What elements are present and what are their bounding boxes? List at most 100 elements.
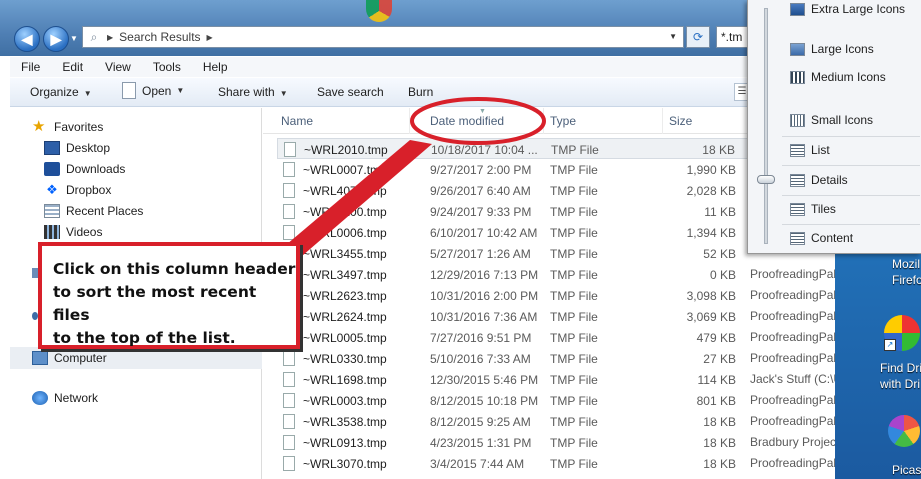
refresh-icon: ⟳ [692,30,704,44]
view-tiles[interactable]: Tiles [790,202,836,216]
file-row[interactable]: ~WRL3455.tmp 5/27/2017 1:26 AM TMP File 52 … [277,243,750,264]
file-row[interactable]: ~WRL2624.tmp 10/31/2016 7:36 AM TMP File 3,… [277,306,750,327]
menu-view[interactable]: View [94,57,142,77]
nav-recent-places[interactable]: Recent Places [44,204,143,218]
column-header-size[interactable]: Size [669,114,692,128]
organize-button[interactable]: Organize ▼ [30,85,92,99]
view-tiles-label: Tiles [811,202,836,216]
file-date-modified: 4/23/2015 1:31 PM [430,436,532,450]
file-icon [283,414,295,429]
view-content[interactable]: Content [790,231,853,245]
file-name: ~WRL0007.tmp [303,163,387,177]
file-row[interactable]: ~WRL0913.tmp 4/23/2015 1:31 PM TMP File 18 … [277,432,750,453]
downloads-icon [44,162,60,176]
view-extra-large-icons[interactable]: Extra Large Icons [790,2,905,16]
open-button[interactable]: Open ▼ [122,82,184,99]
folder-column: ProofreadingPal ProofreadingPal Proofreadi… [745,230,835,479]
file-type: TMP File [550,310,598,324]
nav-network-label: Network [54,391,99,405]
menu-tools[interactable]: Tools [142,57,192,77]
file-row[interactable]: ~WRL1698.tmp 12/30/2015 5:46 PM TMP File 11… [277,369,750,390]
recent-places-icon [44,204,60,218]
file-icon [283,435,295,450]
file-row[interactable]: ~WRL0005.tmp 7/27/2016 9:51 PM TMP File 479… [277,327,750,348]
picasa-icon[interactable] [888,415,920,447]
file-row[interactable]: ~WRL0006.tmp 6/10/2017 10:42 AM TMP File 1,… [277,222,750,243]
file-size: 3,098 KB [686,289,736,303]
view-list[interactable]: List [790,143,830,157]
file-type: TMP File [550,268,598,282]
firefox-label-line1[interactable]: Mozil [892,257,920,271]
column-divider[interactable] [409,108,410,134]
view-slider-thumb[interactable] [757,175,775,184]
file-row[interactable]: ~WRL0330.tmp 5/10/2016 7:33 AM TMP File 27 … [277,348,750,369]
view-small-icons[interactable]: Small Icons [790,113,873,127]
file-folder-path: Bradbury Project [750,435,835,449]
column-divider[interactable] [543,108,544,134]
file-size: 114 KB [697,373,736,387]
column-divider[interactable] [662,108,663,134]
nav-dropbox[interactable]: ❖ Dropbox [44,182,111,198]
firefox-label-line2[interactable]: Firefo [892,273,921,287]
chevron-down-icon: ▼ [279,89,288,98]
history-dropdown-icon[interactable]: ▼ [70,32,80,46]
file-type: TMP File [550,436,598,450]
file-row[interactable]: ~WRL0003.tmp 8/12/2015 10:18 PM TMP File 80… [277,390,750,411]
column-header-date-modified[interactable]: Date modified [430,114,504,128]
file-row[interactable]: ~WRL3497.tmp 12/29/2016 7:13 PM TMP File 0 … [277,264,750,285]
nav-network[interactable]: Network [32,391,98,405]
burn-button[interactable]: Burn [408,85,433,99]
menu-edit[interactable]: Edit [51,57,94,77]
nav-computer[interactable]: Computer [10,347,262,369]
file-list: Name ▼ Date modified Type Size ~WRL2010.… [263,108,750,479]
file-row[interactable]: ~WRL3070.tmp 3/4/2015 7:44 AM TMP File 18 K… [277,453,750,474]
refresh-button[interactable]: ⟳ [686,26,710,48]
view-details[interactable]: Details [790,173,848,187]
nav-downloads[interactable]: Downloads [44,162,125,176]
file-size: 18 KB [702,143,735,157]
find-drivers-icon[interactable]: ↗ [884,315,920,351]
nav-videos[interactable]: Videos [44,225,102,239]
view-large-icons[interactable]: Large Icons [790,42,874,56]
file-row[interactable]: ~WRL2623.tmp 10/31/2016 2:00 PM TMP File 3,… [277,285,750,306]
menu-file[interactable]: File [10,57,51,77]
address-bar[interactable]: ⌕ ▶ Search Results ▶ ▼ [82,26,684,48]
file-size: 0 KB [709,268,736,282]
view-content-label: Content [811,231,854,245]
breadcrumb-search-results[interactable]: Search Results [119,30,200,44]
column-header-type[interactable]: Type [550,114,576,128]
dropbox-icon: ❖ [46,182,58,197]
breadcrumb-arrow-icon: ▶ [107,32,114,42]
view-slider-track[interactable] [764,8,768,244]
file-row[interactable]: ~WRL3538.tmp 8/12/2015 9:25 AM TMP File 18 … [277,411,750,432]
share-with-button[interactable]: Share with ▼ [218,85,288,99]
videos-icon [44,225,60,239]
file-row[interactable]: ~WRL0007.tmp 9/27/2017 2:00 PM TMP File 1,9… [277,159,750,180]
nav-favorites[interactable]: ★ Favorites [32,119,103,134]
file-row[interactable]: ~WRL2010.tmp 10/18/2017 10:04 ... TMP File… [277,138,750,159]
picasa-label[interactable]: Picasa [892,463,921,477]
file-name: ~WRL0913.tmp [303,436,387,450]
file-size: 2,028 KB [686,184,736,198]
file-name: ~WRL3455.tmp [303,247,387,261]
find-drivers-label-line2[interactable]: with Dri [880,377,920,391]
back-button[interactable]: ◀ [14,26,40,52]
file-date-modified: 10/18/2017 10:04 ... [431,143,538,157]
breadcrumb-arrow-icon[interactable]: ▶ [207,33,213,42]
view-medium-icons[interactable]: Medium Icons [790,70,886,84]
large-icons-icon [790,42,805,56]
menu-help[interactable]: Help [192,57,239,77]
network-icon [32,391,48,405]
nav-desktop[interactable]: Desktop [44,141,110,155]
file-date-modified: 10/31/2016 7:36 AM [430,310,538,324]
forward-button[interactable]: ▶ [43,26,69,52]
save-search-button[interactable]: Save search [317,85,384,99]
file-size: 1,394 KB [686,226,736,240]
find-drivers-label-line1[interactable]: Find Dri [880,361,921,375]
file-folder-path: ProofreadingPal [750,456,835,470]
column-header-name[interactable]: Name [281,114,313,128]
file-date-modified: 12/29/2016 7:13 PM [430,268,539,282]
file-row[interactable]: ~WRL4079.tmp 9/26/2017 6:40 AM TMP File 2,0… [277,180,750,201]
file-row[interactable]: ~WRL3200.tmp 9/24/2017 9:33 PM TMP File 11 … [277,201,750,222]
address-dropdown-icon[interactable]: ▼ [669,32,677,41]
